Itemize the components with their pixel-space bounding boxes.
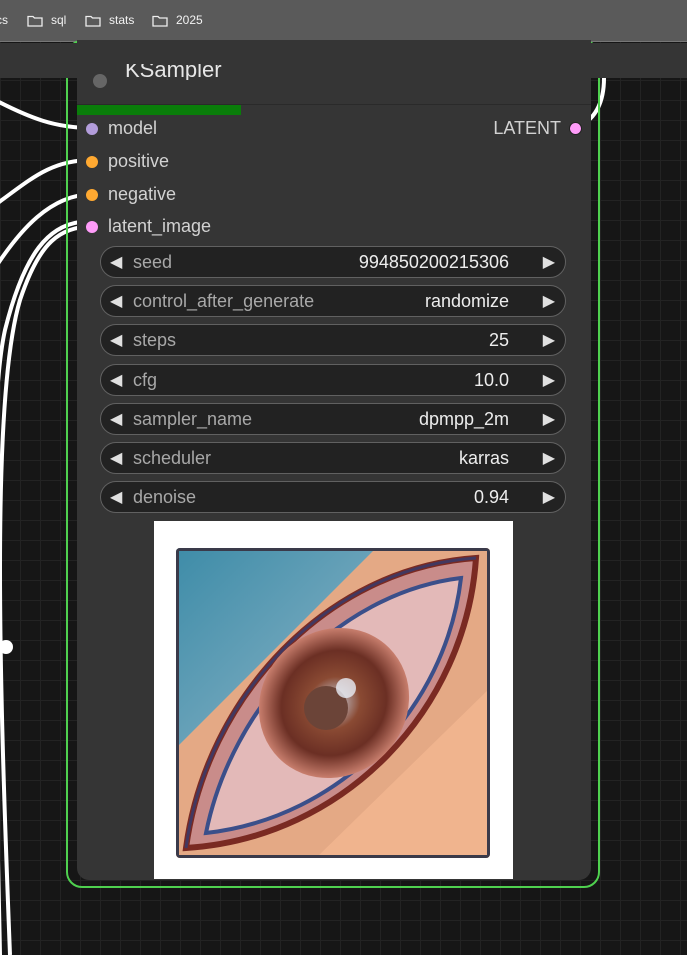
widget-cfg[interactable]: ◀ cfg 10.0 ▶ [100,364,566,396]
slot-label: positive [108,151,170,171]
bookmarks-bar: cs sql stats 2025 [0,0,687,42]
increment-arrow-icon[interactable]: ▶ [543,330,555,350]
output-slot-latent[interactable]: LATENT [493,118,582,139]
bookmark-folder[interactable]: sql [27,13,66,27]
decrement-arrow-icon[interactable]: ◀ [110,370,122,390]
node-collapse-dot[interactable] [93,74,107,88]
decrement-arrow-icon[interactable]: ◀ [110,291,122,311]
folder-icon [85,15,101,27]
widget-name: denoise [133,487,197,507]
widget-value[interactable]: 10.0 [474,370,509,391]
widget-name: sampler_name [133,409,253,429]
widget-seed[interactable]: ◀ seed 994850200215306 ▶ [100,246,566,278]
bookmark-folder[interactable]: stats [85,13,134,27]
slot-dot[interactable] [86,122,98,135]
decrement-arrow-icon[interactable]: ◀ [110,448,122,468]
input-slot-model[interactable]: model [86,118,157,139]
increment-arrow-icon[interactable]: ▶ [543,487,555,507]
node-title[interactable]: KSampler [125,64,222,80]
decrement-arrow-icon[interactable]: ◀ [110,487,122,507]
input-slot-positive[interactable]: positive [86,151,169,172]
increment-arrow-icon[interactable]: ▶ [543,370,555,390]
widget-name: scheduler [133,448,212,468]
widget-name: cfg [133,370,158,390]
slot-label: LATENT [493,118,561,138]
folder-icon [27,15,43,27]
widget-sampler-name[interactable]: ◀ sampler_name dpmpp_2m ▶ [100,403,566,435]
generated-eye-image [176,548,490,858]
increment-arrow-icon[interactable]: ▶ [543,409,555,429]
decrement-arrow-icon[interactable]: ◀ [110,252,122,272]
decrement-arrow-icon[interactable]: ◀ [110,330,122,350]
bookmark-label: stats [109,13,135,27]
input-slot-negative[interactable]: negative [86,184,176,205]
increment-arrow-icon[interactable]: ▶ [543,291,555,311]
widget-value[interactable]: dpmpp_2m [419,409,509,430]
folder-icon [152,15,168,27]
preview-image[interactable] [176,548,490,858]
slot-dot[interactable] [86,188,98,201]
wire-reroute-dot [0,640,13,654]
widget-steps[interactable]: ◀ steps 25 ▶ [100,324,566,356]
slot-label: negative [108,184,177,204]
widget-name: steps [133,330,177,350]
widget-value[interactable]: 0.94 [474,487,509,508]
slot-dot[interactable] [86,220,98,233]
bookmark-folder[interactable]: cs [0,13,8,27]
bookmark-folder[interactable]: 2025 [152,13,203,27]
execution-progress-bar [77,105,241,115]
bookmark-label: 2025 [176,13,203,27]
slot-dot[interactable] [569,122,582,135]
slot-label: model [108,118,158,138]
widget-control-after-generate[interactable]: ◀ control_after_generate randomize ▶ [100,285,566,317]
widget-scheduler[interactable]: ◀ scheduler karras ▶ [100,442,566,474]
increment-arrow-icon[interactable]: ▶ [543,252,555,272]
bookmark-label: sql [51,13,67,27]
slot-label: latent_image [108,216,212,236]
widget-denoise[interactable]: ◀ denoise 0.94 ▶ [100,481,566,513]
widget-value[interactable]: randomize [425,291,509,312]
widget-value[interactable]: 25 [489,330,509,351]
increment-arrow-icon[interactable]: ▶ [543,448,555,468]
slot-dot[interactable] [86,155,98,168]
widget-name: seed [133,252,173,272]
app-topbar [0,43,687,78]
widget-value[interactable]: karras [459,448,509,469]
input-slot-latent-image[interactable]: latent_image [86,216,211,237]
bookmark-label: cs [0,13,8,27]
widget-value[interactable]: 994850200215306 [359,252,509,273]
decrement-arrow-icon[interactable]: ◀ [110,409,122,429]
widget-name: control_after_generate [133,291,315,311]
